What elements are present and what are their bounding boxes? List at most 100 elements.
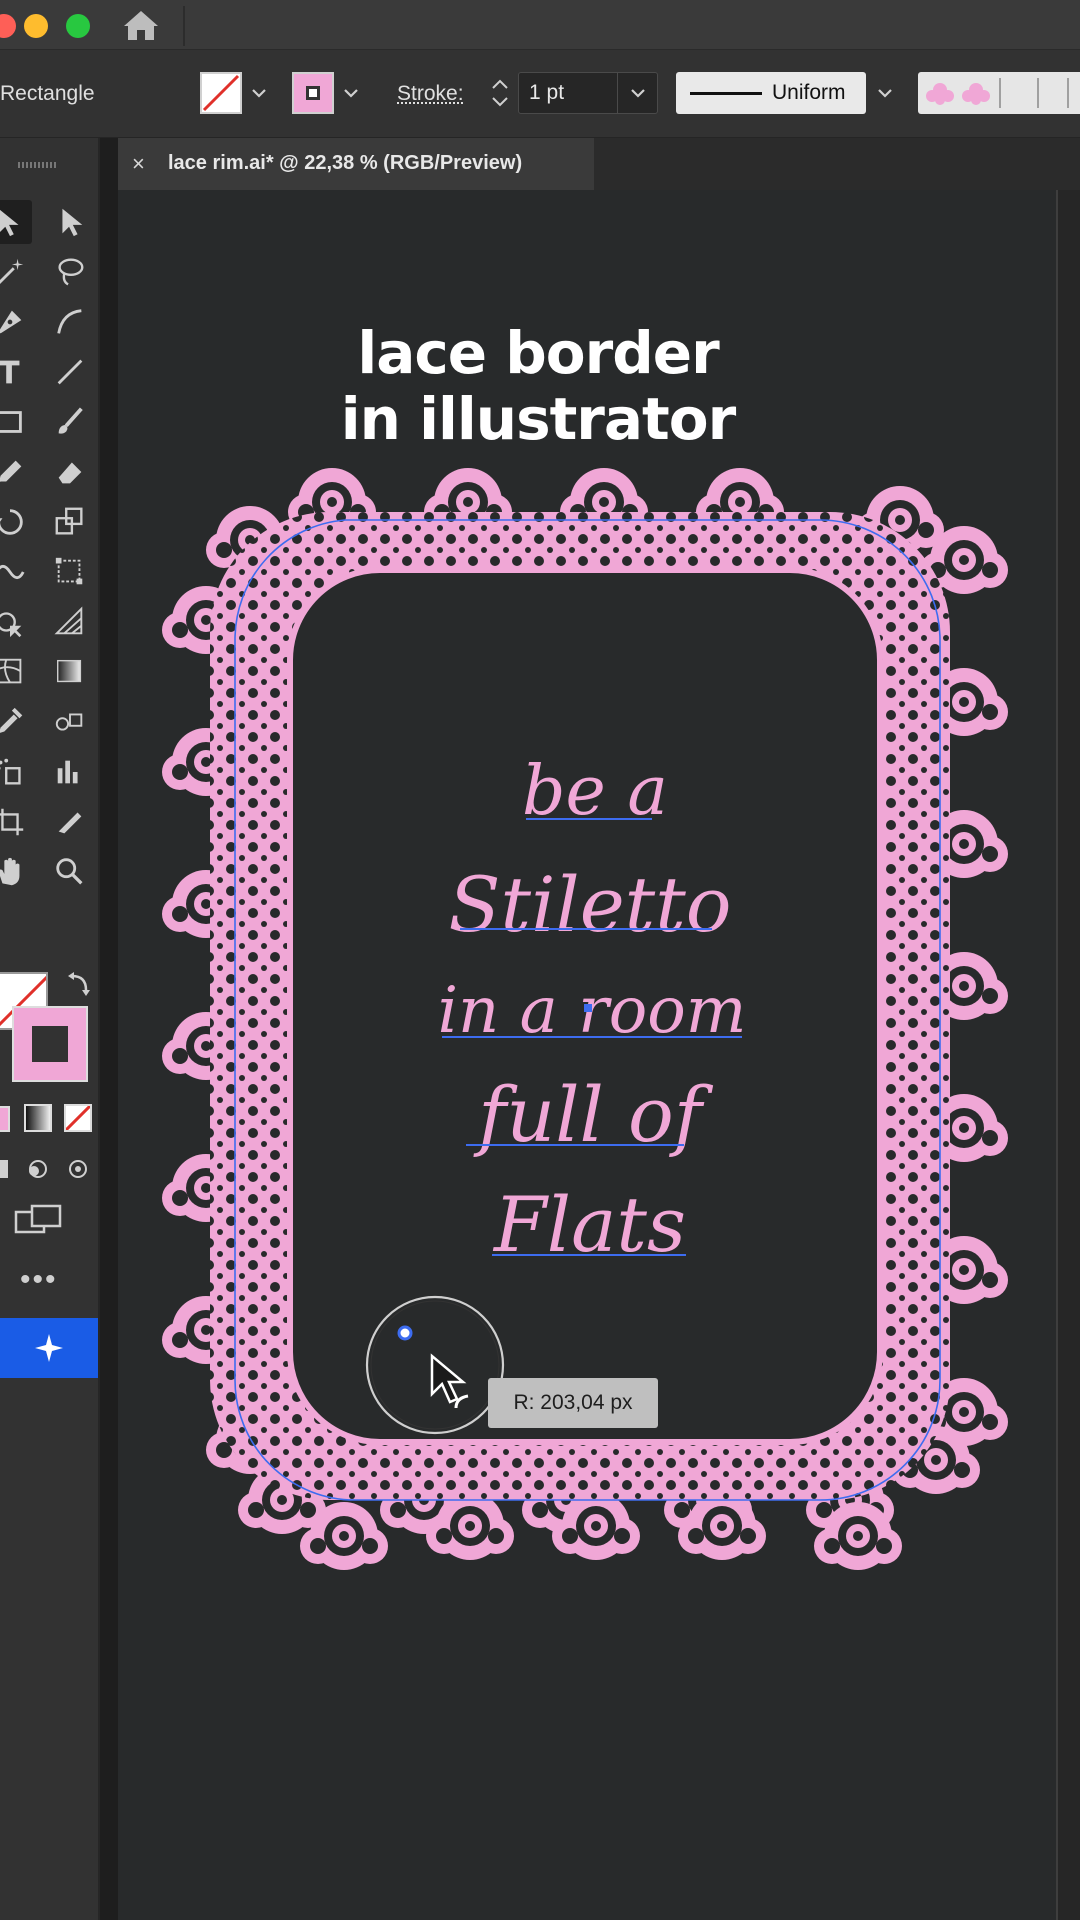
shape-builder-tool-button[interactable] [0, 600, 32, 644]
window-title-bar [0, 0, 1080, 50]
magic-wand-tool-icon [0, 258, 24, 285]
maximize-window-button[interactable] [66, 14, 90, 38]
none-mode-button[interactable] [64, 1104, 92, 1132]
direct-selection-tool-button[interactable] [48, 200, 92, 244]
stroke-swatch[interactable] [292, 72, 334, 114]
hand-tool-button[interactable] [0, 850, 32, 894]
eraser-tool-button[interactable] [48, 450, 92, 494]
stroke-color-dropdown[interactable] [332, 72, 370, 114]
title-bar-separator [183, 6, 185, 46]
pen-tool-button[interactable] [0, 300, 32, 344]
profile-dropdown[interactable] [866, 72, 904, 114]
artwork-title-line-1: lace border [357, 319, 719, 387]
curvature-tool-button[interactable] [48, 300, 92, 344]
pencil-tool-button[interactable] [0, 450, 32, 494]
variable-width-profile[interactable]: Uniform [676, 72, 866, 114]
lasso-tool-button[interactable] [48, 250, 92, 294]
pencil-tool-icon [0, 460, 22, 482]
magic-wand-tool-button[interactable] [0, 250, 32, 294]
gradient-tool-button[interactable] [48, 650, 92, 694]
document-tab-bar: × lace rim.ai* @ 22,38 % (RGB/Preview) [118, 138, 1080, 190]
screen-mode-icon[interactable] [14, 1202, 64, 1238]
profile-label: Uniform [772, 81, 846, 104]
artboard-tool-button[interactable] [0, 800, 32, 844]
free-transform-tool-icon [55, 557, 83, 585]
draw-mode-icons[interactable] [0, 1154, 90, 1184]
stroke-weight-value: 1 pt [529, 81, 565, 104]
chevron-down-icon [344, 89, 358, 98]
blend-tool-icon [55, 713, 83, 731]
gradient-tool-icon [57, 659, 82, 683]
rectangle-tool-icon [0, 411, 22, 433]
type-tool-icon [0, 360, 20, 384]
warp-tool-button[interactable] [0, 550, 32, 594]
stroke-swatch-inner [306, 86, 320, 100]
column-graph-tool-button[interactable] [48, 750, 92, 794]
selection-tool-button[interactable] [0, 200, 32, 244]
artwork-title: lace border in illustrator [238, 320, 838, 452]
paintbrush-tool-button[interactable] [48, 400, 92, 444]
fill-swatch[interactable] [200, 72, 242, 114]
none-icon [66, 1106, 90, 1130]
quote-line-2[interactable]: Stiletto [440, 860, 740, 949]
gradient-mode-button[interactable] [24, 1104, 52, 1132]
line-segment-tool-button[interactable] [48, 350, 92, 394]
close-tab-icon[interactable]: × [132, 151, 145, 177]
direct-selection-tool-icon [62, 208, 83, 237]
perspective-grid-tool-icon [54, 606, 83, 635]
fill-dropdown[interactable] [240, 72, 278, 114]
type-tool-button[interactable] [0, 350, 32, 394]
baseline-5 [492, 1254, 686, 1256]
stroke-weight-stepper[interactable] [484, 72, 516, 114]
generative-ai-button[interactable] [0, 1318, 98, 1378]
scale-tool-button[interactable] [48, 500, 92, 544]
baseline-2 [460, 928, 712, 930]
cursor-arrow-icon [430, 1353, 469, 1409]
swap-fill-stroke-icon[interactable] [66, 970, 94, 998]
selected-tool-name: Rectangle [0, 82, 95, 105]
close-window-button[interactable] [0, 14, 16, 38]
panel-grip[interactable] [18, 162, 58, 168]
zoom-tool-icon [56, 858, 83, 885]
vertical-scrollbar[interactable] [1058, 190, 1080, 1920]
rotate-tool-button[interactable] [0, 500, 32, 544]
document-tab[interactable]: × lace rim.ai* @ 22,38 % (RGB/Preview) [118, 138, 594, 190]
home-button[interactable] [120, 8, 162, 42]
brush-definition-preview[interactable] [918, 72, 1080, 114]
pen-tool-icon [0, 310, 22, 334]
artwork-title-line-2: in illustrator [340, 385, 736, 453]
generative-ai-icon [35, 1334, 63, 1362]
control-bar: Rectangle Stroke: 1 pt Uniform [0, 50, 1080, 138]
artboard-tool-icon [0, 808, 24, 836]
anchor-point[interactable] [584, 1004, 592, 1012]
chevron-down-icon [878, 89, 892, 98]
home-icon [124, 11, 158, 40]
minimize-window-button[interactable] [24, 14, 48, 38]
eyedropper-tool-button[interactable] [0, 700, 32, 744]
symbol-sprayer-tool-button[interactable] [0, 750, 32, 794]
mesh-tool-button[interactable] [0, 650, 32, 694]
warp-tool-icon [0, 564, 25, 580]
chevron-down-icon [252, 89, 266, 98]
baseline-1 [526, 818, 652, 820]
stroke-label[interactable]: Stroke: [397, 82, 464, 106]
blend-tool-button[interactable] [48, 700, 92, 744]
zoom-tool-button[interactable] [48, 850, 92, 894]
no-fill-icon [202, 74, 240, 112]
slice-tool-button[interactable] [48, 800, 92, 844]
hand-tool-icon [0, 857, 20, 886]
free-transform-tool-button[interactable] [48, 550, 92, 594]
selection-tool-icon [0, 209, 19, 237]
scale-tool-icon [55, 507, 83, 535]
perspective-grid-tool-button[interactable] [48, 600, 92, 644]
eyedropper-tool-icon [0, 707, 23, 733]
stroke-weight-field[interactable]: 1 pt [518, 72, 658, 114]
color-mode-button[interactable] [0, 1106, 10, 1132]
symbol-sprayer-tool-icon [0, 758, 21, 785]
profile-line-preview [690, 92, 762, 95]
stroke-weight-dropdown[interactable] [617, 73, 657, 113]
stroke-proxy[interactable] [12, 1006, 88, 1082]
rectangle-tool-button[interactable] [0, 400, 32, 444]
baseline-4 [466, 1144, 684, 1146]
more-tools-icon[interactable]: ••• [20, 1265, 58, 1295]
